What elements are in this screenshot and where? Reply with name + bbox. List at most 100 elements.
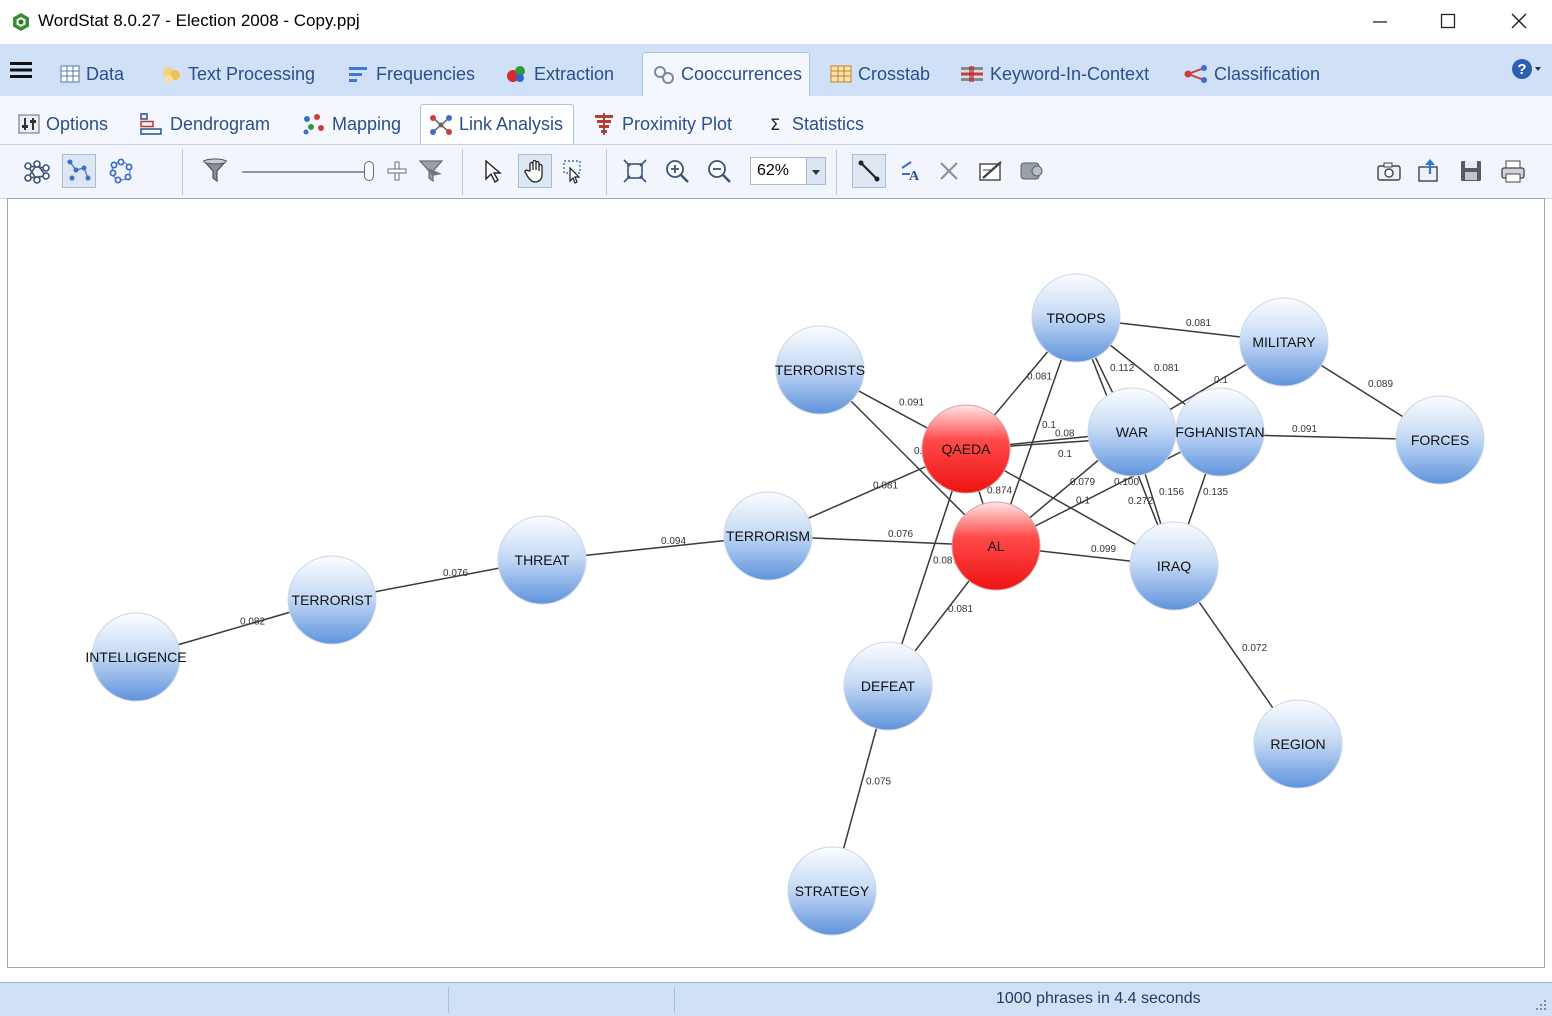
graph-node-al[interactable]: AL: [951, 501, 1041, 591]
graph-node-war[interactable]: WAR: [1087, 387, 1177, 477]
node-label: DEFEAT: [861, 678, 916, 694]
tab-classification-label: Classification: [1214, 63, 1321, 84]
printer-icon: [1501, 160, 1525, 183]
tab-data[interactable]: Data: [50, 52, 134, 96]
subtab-statistics-label: Statistics: [792, 113, 865, 134]
lasso-select-button[interactable]: [556, 154, 590, 188]
tab-frequencies-label: Frequencies: [376, 63, 476, 84]
help-icon[interactable]: ?: [1510, 57, 1544, 81]
label-links-icon: A: [901, 161, 920, 184]
graph-node-forces[interactable]: FORCES: [1395, 395, 1485, 485]
node-label: FGHANISTAN: [1175, 424, 1264, 440]
mapping-icon: [303, 114, 324, 135]
graph-node-defeat[interactable]: DEFEAT: [843, 641, 933, 731]
node-label: QAEDA: [941, 441, 991, 457]
tab-extraction-label: Extraction: [534, 63, 615, 84]
camera-icon: [1377, 162, 1401, 181]
minimize-button[interactable]: [1350, 4, 1410, 38]
zoom-out-button[interactable]: [702, 154, 736, 188]
edge-weight-label: 0.874: [987, 486, 1012, 497]
graph-node-terrorist[interactable]: TERRORIST: [287, 555, 377, 645]
plus-icon: [387, 161, 407, 181]
tab-cooccurrences[interactable]: Cooccurrences: [642, 52, 810, 96]
subtab-statistics[interactable]: Σ Statistics: [760, 104, 872, 144]
svg-text:?: ?: [1517, 61, 1526, 78]
zoom-dropdown-button[interactable]: [806, 158, 825, 184]
label-links-button[interactable]: A: [894, 154, 928, 188]
node-label: AL: [987, 538, 1004, 554]
tab-keyword-in-context[interactable]: Keyword-In-Context: [950, 52, 1159, 96]
link-filter-slider-thumb[interactable]: [364, 161, 374, 181]
subtab-options[interactable]: Options: [10, 104, 116, 144]
remove-links-button[interactable]: [932, 154, 966, 188]
edge-weight-label: 0.081: [948, 604, 973, 615]
graph-node-qaeda[interactable]: QAEDA: [921, 404, 1011, 494]
graph-node-threat[interactable]: THREAT: [497, 515, 587, 605]
subtab-link-analysis[interactable]: Link Analysis: [420, 104, 574, 144]
hand-icon: [524, 159, 543, 183]
grid-icon: [60, 65, 80, 83]
subtab-proximity-plot[interactable]: Proximity Plot: [584, 104, 740, 144]
edge-weight-label: 0.094: [661, 536, 686, 547]
edit-graph-button[interactable]: [974, 154, 1008, 188]
graph-node-iraq[interactable]: IRAQ: [1129, 521, 1219, 611]
subtab-mapping[interactable]: Mapping: [294, 104, 409, 144]
status-message: 1000 phrases in 4.4 seconds: [996, 990, 1201, 1007]
circle-layout-icon: [109, 158, 133, 184]
zoom-in-icon: [666, 160, 689, 183]
filter-button[interactable]: [198, 154, 232, 188]
graph-node-military[interactable]: MILITARY: [1239, 297, 1329, 387]
link-tool-button[interactable]: [852, 154, 886, 188]
title-bar: WordStat 8.0.27 - Election 2008 - Copy.p…: [0, 0, 1552, 44]
tab-extraction[interactable]: Extraction: [496, 52, 624, 96]
circle-layout-button[interactable]: [104, 154, 138, 188]
graph-node-terrorists[interactable]: TERRORISTS: [775, 325, 865, 415]
scatter-layout-icon: [67, 159, 91, 181]
zoom-in-slider-button[interactable]: [380, 154, 414, 188]
chevron-down-icon: [812, 170, 820, 175]
select-tool-button[interactable]: [476, 154, 510, 188]
graph-node-strategy[interactable]: STRATEGY: [787, 846, 877, 936]
hamburger-menu-icon[interactable]: [10, 62, 32, 78]
edge-weight-label: 0.081: [1027, 372, 1052, 383]
export-button[interactable]: [1412, 154, 1446, 188]
resize-grip-icon[interactable]: [1534, 998, 1548, 1012]
tab-text-processing[interactable]: Text Processing: [150, 52, 325, 96]
fit-to-window-button[interactable]: [618, 154, 652, 188]
zoom-select[interactable]: 62%: [750, 157, 826, 185]
snapshot-button[interactable]: [1372, 154, 1406, 188]
close-button[interactable]: [1489, 4, 1549, 38]
funnel-icon: [202, 158, 228, 183]
tab-frequencies[interactable]: Frequencies: [338, 52, 485, 96]
graph-node-terrorism[interactable]: TERRORISM: [723, 491, 813, 581]
tab-crosstab[interactable]: Crosstab: [820, 52, 940, 96]
link-analysis-icon: [430, 114, 452, 135]
node-label: IRAQ: [1157, 558, 1191, 574]
graph-node-region[interactable]: REGION: [1253, 699, 1343, 789]
link-analysis-canvas[interactable]: 0.0820.0760.0940.0810.0760.0910.0880.874…: [7, 198, 1545, 968]
pan-tool-button[interactable]: [518, 154, 552, 188]
edge-weight-label: 0.156: [1159, 487, 1184, 498]
graph-node-intelligence[interactable]: INTELLIGENCE: [85, 612, 187, 702]
clear-filter-button[interactable]: [414, 154, 448, 188]
link-filter-slider-track[interactable]: [242, 171, 368, 173]
subtab-dendrogram[interactable]: Dendrogram: [132, 104, 278, 144]
network-layout-icon: [24, 160, 50, 184]
scatter-layout-button[interactable]: [62, 154, 96, 188]
edge-weight-label: 0.1: [1076, 496, 1090, 507]
network-layout-button[interactable]: [20, 154, 54, 188]
save-button[interactable]: [1454, 154, 1488, 188]
network-graph[interactable]: 0.0820.0760.0940.0810.0760.0910.0880.874…: [8, 199, 1544, 967]
print-button[interactable]: [1496, 154, 1530, 188]
graph-node-afghanistan[interactable]: FGHANISTAN: [1175, 387, 1265, 477]
zoom-in-button[interactable]: [660, 154, 694, 188]
subtab-options-label: Options: [46, 113, 109, 134]
node-label: TERRORISM: [726, 528, 810, 544]
node-style-button[interactable]: [1014, 154, 1048, 188]
tab-classification[interactable]: Classification: [1174, 52, 1330, 96]
node-label: MILITARY: [1252, 334, 1316, 350]
remove-icon: [940, 162, 958, 180]
maximize-button[interactable]: [1418, 4, 1478, 38]
sub-ribbon: Options Dendrogram Mapping Link Analysis…: [0, 96, 1552, 145]
graph-node-troops[interactable]: TROOPS: [1031, 273, 1121, 363]
